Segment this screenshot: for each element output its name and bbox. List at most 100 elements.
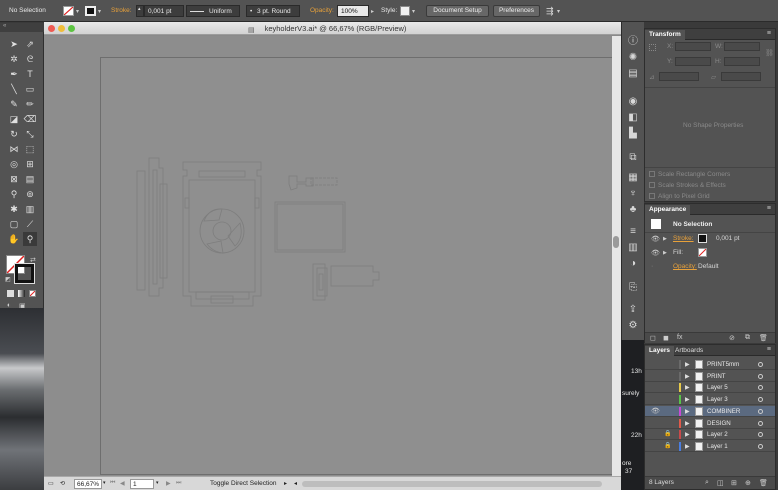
tab-artboards[interactable]: Artboards bbox=[671, 346, 707, 356]
opacity-row-label[interactable]: Opacity: bbox=[673, 263, 697, 270]
mesh-tool-icon[interactable]: ⊠ bbox=[7, 172, 21, 186]
pen-tool-icon[interactable]: ✒ bbox=[7, 67, 21, 81]
fill-swatch[interactable] bbox=[63, 6, 74, 16]
target-circle-icon[interactable] bbox=[758, 420, 763, 426]
stroke-dropdown-icon[interactable]: ▾ bbox=[98, 8, 101, 15]
layer-name[interactable]: DESIGN bbox=[707, 420, 731, 427]
w-field[interactable] bbox=[724, 42, 760, 51]
perspective-grid-tool-icon[interactable]: ⊞ bbox=[23, 157, 37, 171]
color-mode-icon[interactable] bbox=[7, 290, 14, 297]
free-transform-tool-icon[interactable]: ⬚ bbox=[23, 142, 37, 156]
stroke-row-value[interactable]: 0,001 pt bbox=[716, 235, 740, 242]
layer-row[interactable]: 🔒 ▶ Layer 2 bbox=[645, 429, 775, 441]
tab-transform[interactable]: Transform bbox=[645, 30, 685, 40]
none-mode-icon[interactable] bbox=[29, 290, 36, 297]
column-graph-tool-icon[interactable]: ▥ bbox=[23, 202, 37, 216]
transform-panel-icon[interactable]: ✺ bbox=[627, 52, 639, 64]
h-field[interactable] bbox=[724, 57, 760, 66]
layer-row[interactable]: ▶ PRINT bbox=[645, 371, 775, 382]
rotate-field[interactable] bbox=[659, 72, 699, 81]
panel-menu-icon[interactable]: ≡ bbox=[767, 346, 771, 353]
opacity-label[interactable]: Opacity: bbox=[310, 7, 334, 14]
stroke-row-swatch[interactable] bbox=[698, 234, 707, 243]
previous-artboard-icon[interactable]: ◀ bbox=[120, 480, 125, 487]
layer-row[interactable]: ▶ DESIGN bbox=[645, 418, 775, 429]
target-circle-icon[interactable] bbox=[758, 443, 763, 449]
expand-triangle-icon[interactable]: ▶ bbox=[685, 396, 690, 403]
paintbrush-tool-icon[interactable]: ✎ bbox=[7, 97, 21, 111]
type-tool-icon[interactable]: T bbox=[23, 67, 37, 81]
zoom-dropdown-icon[interactable]: ▾ bbox=[103, 480, 106, 486]
zoom-window-icon[interactable] bbox=[68, 25, 75, 32]
align-panel-icon[interactable]: ▙ bbox=[627, 128, 639, 140]
line-tool-icon[interactable]: ╲ bbox=[7, 82, 21, 96]
target-circle-icon[interactable] bbox=[758, 362, 763, 367]
document-info-icon[interactable]: ▤ bbox=[627, 68, 639, 80]
lasso-tool-icon[interactable]: ᘓ bbox=[23, 52, 37, 66]
duplicate-item-icon[interactable]: ⧉ bbox=[745, 334, 750, 342]
style-dropdown-icon[interactable]: ▾ bbox=[412, 8, 415, 15]
scale-corners-checkbox[interactable] bbox=[649, 171, 655, 177]
swap-colors-icon[interactable]: ⇄ bbox=[30, 256, 36, 264]
stroke-label[interactable]: Stroke: bbox=[111, 7, 132, 14]
layer-name[interactable]: PRINT5mm bbox=[707, 361, 739, 368]
expand-triangle-icon[interactable]: ▶ bbox=[685, 384, 690, 391]
preferences-button[interactable]: Preferences bbox=[493, 5, 540, 17]
gradient-panel-icon[interactable]: ▥ bbox=[627, 242, 639, 254]
rotate-view-icon[interactable]: ⟲ bbox=[60, 480, 65, 487]
target-circle-icon[interactable] bbox=[758, 373, 763, 379]
zoom-tool-icon[interactable]: ⚲ bbox=[23, 232, 37, 246]
document-title-bar[interactable]: ▤ keyholderV3.ai* @ 66,67% (RGB/Preview) bbox=[44, 22, 621, 35]
y-field[interactable] bbox=[675, 57, 711, 66]
lock-icon[interactable]: 🔒 bbox=[664, 430, 671, 437]
new-layer-icon[interactable]: ⊕ bbox=[745, 479, 751, 487]
align-pixel-checkbox[interactable] bbox=[649, 193, 655, 199]
target-circle-icon[interactable] bbox=[758, 432, 763, 438]
make-clipping-mask-icon[interactable]: ◫ bbox=[717, 479, 724, 487]
scroll-left-icon[interactable]: ◂ bbox=[294, 480, 297, 487]
symbol-sprayer-tool-icon[interactable]: ✱ bbox=[7, 202, 21, 216]
fill-row-label[interactable]: Fill: bbox=[673, 249, 683, 256]
collapse-icon[interactable]: « bbox=[3, 23, 6, 29]
opacity-field[interactable]: 100% bbox=[337, 5, 369, 17]
fill-dropdown-icon[interactable]: ▾ bbox=[76, 8, 79, 15]
eye-icon[interactable]: 👁 bbox=[651, 407, 660, 415]
clear-appearance-icon[interactable]: ⊘ bbox=[729, 334, 735, 342]
asset-export-icon[interactable]: ⇪ bbox=[627, 304, 639, 316]
lock-icon[interactable]: 🔒 bbox=[664, 442, 671, 449]
add-fill-icon[interactable]: ◼ bbox=[663, 334, 669, 342]
arrange-dropdown-icon[interactable]: ▾ bbox=[557, 8, 560, 15]
document-setup-button[interactable]: Document Setup bbox=[426, 5, 489, 17]
expand-triangle-icon[interactable]: ▶ bbox=[685, 443, 690, 450]
reference-point-icon[interactable] bbox=[649, 44, 656, 51]
selection-tool-icon[interactable]: ➤ bbox=[7, 37, 21, 51]
scale-strokes-checkbox[interactable] bbox=[649, 182, 655, 188]
width-tool-icon[interactable]: ⋈ bbox=[7, 142, 21, 156]
stroke-color-box[interactable] bbox=[14, 263, 35, 284]
pathfinder-icon[interactable]: ⧉ bbox=[627, 152, 639, 164]
artboards-panel-icon[interactable]: ⎘ bbox=[627, 282, 639, 294]
layer-name[interactable]: Layer 3 bbox=[707, 396, 728, 403]
stroke-weight-field[interactable]: 0,001 pt bbox=[144, 5, 184, 17]
style-swatch[interactable] bbox=[400, 6, 410, 16]
expand-triangle-icon[interactable]: ▶ bbox=[685, 431, 690, 438]
add-stroke-icon[interactable]: ◻ bbox=[650, 334, 656, 342]
eraser-tool-icon[interactable]: ⌫ bbox=[23, 112, 37, 126]
target-circle-icon[interactable] bbox=[758, 385, 763, 391]
vertical-scrollbar[interactable] bbox=[612, 36, 621, 476]
eyedropper-tool-icon[interactable]: ⚲ bbox=[7, 187, 21, 201]
x-field[interactable] bbox=[675, 42, 711, 51]
next-artboard-icon[interactable]: ▶ bbox=[166, 480, 171, 487]
expand-triangle-icon[interactable]: ▶ bbox=[685, 361, 690, 368]
magic-wand-tool-icon[interactable]: ✲ bbox=[7, 52, 21, 66]
eye-icon[interactable]: 👁 bbox=[651, 235, 660, 243]
panel-menu-icon[interactable]: ≡ bbox=[767, 30, 771, 37]
stroke-panel-icon[interactable]: ≡ bbox=[627, 226, 639, 238]
rectangle-tool-icon[interactable]: ▭ bbox=[23, 82, 37, 96]
keyholder-artwork[interactable] bbox=[101, 58, 614, 476]
layer-row[interactable]: ▶ Layer 3 bbox=[645, 394, 775, 406]
expand-triangle-icon[interactable]: ▶ bbox=[685, 373, 690, 380]
opacity-arrow-icon[interactable]: ▸ bbox=[371, 8, 374, 15]
shear-field[interactable] bbox=[721, 72, 761, 81]
target-circle-icon[interactable] bbox=[758, 397, 763, 403]
